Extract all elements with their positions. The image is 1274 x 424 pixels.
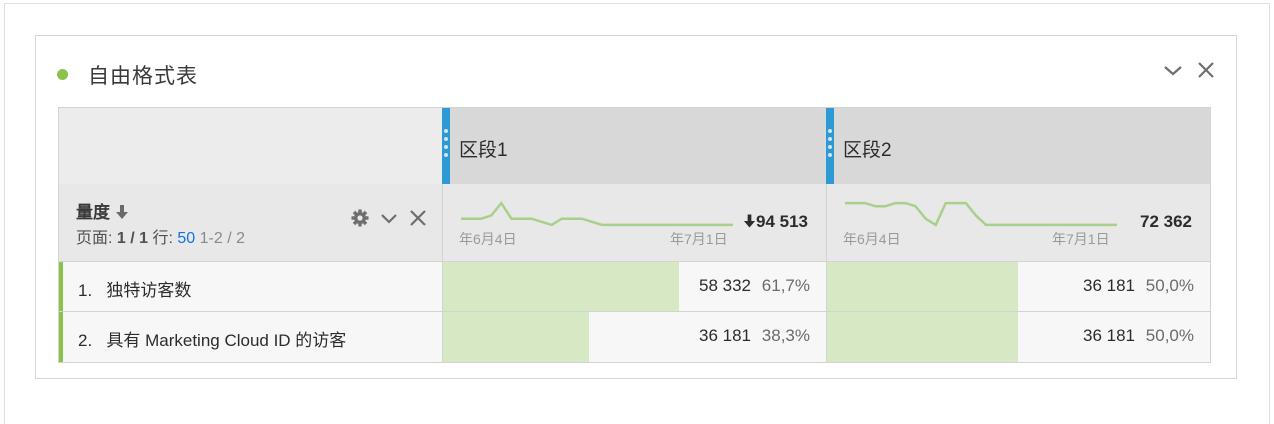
table-row-label[interactable]: 1. 独特访客数 [59, 261, 442, 311]
panel-title: 自由格式表 [88, 65, 198, 88]
percent-bar [442, 311, 590, 362]
expand-metric-button[interactable] [379, 208, 399, 228]
drag-handle[interactable] [826, 108, 834, 184]
rows-per-page-select[interactable]: 50 [177, 230, 195, 247]
metric-sparkline-cell-1: 年6月4日 年7月1日 94 513 [442, 184, 826, 261]
close-panel-button[interactable] [1195, 59, 1217, 81]
metric-sparkline-cell-2: 年6月4日 年7月1日 72 362 [826, 184, 1210, 261]
table-cell[interactable]: 36 181 50,0% [826, 261, 1210, 311]
metric-title-text: 量度 [76, 203, 110, 222]
metric-total-value: 72 362 [1140, 212, 1192, 231]
column-divider [442, 184, 443, 362]
cell-value: 36 181 [1083, 326, 1135, 345]
cell-percent: 38,3% [761, 326, 810, 345]
row-accent-bar [59, 311, 63, 362]
row-accent-bar [59, 261, 63, 311]
metric-total-value: 94 513 [756, 212, 808, 231]
percent-bar [442, 261, 679, 311]
drag-handle[interactable] [442, 108, 450, 184]
cell-value: 36 181 [1083, 276, 1135, 295]
segment-label: 区段1 [459, 140, 508, 161]
range-text: 1-2 / 2 [199, 230, 246, 247]
segment-label: 区段2 [843, 140, 892, 161]
table-row-label[interactable]: 2. 具有 Marketing Cloud ID 的访客 [59, 311, 442, 362]
page-label: 页面: [76, 230, 113, 247]
row-divider [59, 311, 1210, 312]
settings-button[interactable] [350, 208, 370, 228]
table-cell[interactable]: 36 181 38,3% [442, 311, 826, 362]
pagination: 页面: 1 / 1 行: 50 1-2 / 2 [76, 224, 245, 248]
freeform-table-panel: 自由格式表 区段1 区段2 量度 页面: 1 / 1 行: 50 1-2 / 2… [35, 35, 1237, 379]
metric-title[interactable]: 量度 [76, 198, 129, 223]
close-icon [1198, 62, 1214, 78]
gear-icon [351, 209, 369, 227]
segment-column-header-2[interactable]: 区段2 [826, 108, 1210, 184]
cell-percent: 50,0% [1145, 276, 1194, 295]
row-label: 2. 具有 Marketing Cloud ID 的访客 [78, 331, 347, 350]
rows-label: 行: [152, 230, 173, 247]
cell-percent: 61,7% [761, 276, 810, 295]
percent-bar [826, 261, 1018, 311]
cell-percent: 50,0% [1145, 326, 1194, 345]
collapse-panel-button[interactable] [1162, 59, 1184, 81]
page-value[interactable]: 1 / 1 [117, 230, 148, 247]
chevron-down-icon [381, 214, 397, 224]
row-label: 1. 独特访客数 [78, 281, 192, 300]
sparkline-start-label: 年6月4日 [459, 231, 517, 247]
remove-metric-button[interactable] [408, 208, 428, 228]
table-cell[interactable]: 58 332 61,7% [442, 261, 826, 311]
sparkline-end-label: 年7月1日 [1052, 231, 1110, 247]
metric-header-cell: 量度 页面: 1 / 1 行: 50 1-2 / 2 [59, 184, 442, 261]
cell-value: 36 181 [699, 326, 751, 345]
sparkline [845, 201, 1117, 227]
chevron-down-icon [1164, 66, 1182, 76]
sparkline-start-label: 年6月4日 [843, 231, 901, 247]
percent-bar [826, 311, 1018, 362]
metric-total: 94 513 [743, 212, 808, 232]
sparkline-end-label: 年7月1日 [670, 231, 728, 247]
corner-header [59, 108, 442, 184]
freeform-table: 区段1 区段2 量度 页面: 1 / 1 行: 50 1-2 / 2 年6月4日… [58, 107, 1211, 363]
sparkline [461, 200, 733, 227]
row-divider [59, 261, 1210, 262]
close-icon [410, 210, 426, 226]
sparkline-series [461, 200, 733, 227]
arrow-down-icon [743, 214, 756, 228]
table-cell[interactable]: 36 181 50,0% [826, 311, 1210, 362]
cell-value: 58 332 [699, 276, 751, 295]
sparkline-series [845, 201, 1117, 227]
arrow-down-icon[interactable] [115, 204, 129, 220]
segment-column-header-1[interactable]: 区段1 [442, 108, 826, 184]
status-dot [57, 69, 68, 80]
column-divider [826, 184, 827, 362]
